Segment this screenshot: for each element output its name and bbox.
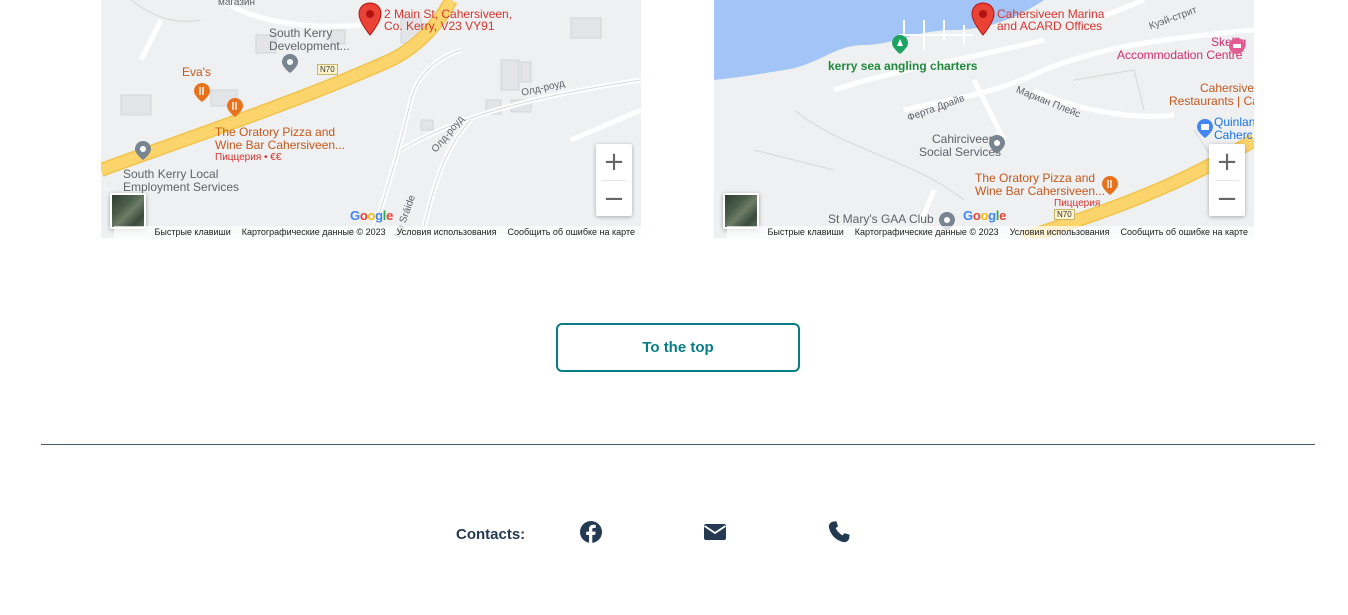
report-error-link[interactable]: Сообщить об ошибке на карте [508,226,635,238]
satellite-layer-toggle[interactable] [110,193,146,229]
map-data-text: Картографические данные © 2023 [241,227,386,237]
google-logo[interactable]: Google [350,208,393,223]
map-main-street[interactable]: магазин South Kerry Development... Eva's… [101,0,641,238]
contacts-label: Contacts: [456,526,526,543]
pin-label: Co. Kerry, V23 VY91 [384,19,495,33]
shop-marker-icon[interactable] [1195,118,1215,138]
map-attribution: Быстрые клавиши Картографические данные … [727,226,1254,238]
map-data-text: Картографические данные © 2023 [854,227,999,237]
map-label: Accommodation Centre [1117,48,1243,62]
zoom-in-button[interactable]: + [596,144,632,180]
satellite-layer-toggle[interactable] [723,193,759,229]
zoom-in-button[interactable]: + [1209,144,1245,180]
boat-marker-icon[interactable] [890,34,910,54]
google-logo[interactable]: Google [963,208,1006,223]
location-pin-icon[interactable] [358,2,382,36]
map-label: kerry sea angling charters [828,59,978,73]
map-label: St Mary's GAA Club [828,212,934,226]
phone-icon[interactable] [827,520,851,544]
restaurant-icon[interactable] [225,97,245,117]
to-the-top-button[interactable]: To the top [556,323,800,372]
zoom-out-button[interactable]: − [596,181,632,217]
terms-link[interactable]: Условия использования [1010,226,1110,238]
pin-label: and ACARD Offices [997,19,1103,33]
map-label: Development... [269,39,350,53]
road-sign: N70 [317,64,338,75]
facebook-icon[interactable] [579,520,603,544]
restaurant-icon[interactable] [1100,175,1120,195]
footer-divider [41,444,1315,445]
email-icon[interactable] [703,520,727,544]
zoom-out-button[interactable]: − [1209,181,1245,217]
map-marina[interactable]: kerry sea angling charters Куэй-стрит Sk… [714,0,1254,238]
map-label: Eva's [182,65,211,79]
road-sign: N70 [1054,209,1075,220]
zoom-controls: + − [596,144,632,216]
map-label: Restaurants | Came [1169,94,1254,108]
terms-link[interactable]: Условия использования [397,226,497,238]
keyboard-shortcuts-link[interactable]: Быстрые клавиши [154,226,230,238]
location-pin-icon[interactable] [971,2,995,36]
zoom-controls: + − [1209,144,1245,216]
poi-marker-icon[interactable] [280,53,300,73]
keyboard-shortcuts-link[interactable]: Быстрые клавиши [767,226,843,238]
report-error-link[interactable]: Сообщить об ошибке на карте [1121,226,1248,238]
map-label: Caherc [1214,128,1253,142]
map-label: Пиццерия • €€ [215,152,282,163]
restaurant-icon[interactable] [192,82,212,102]
map-label: магазин [218,0,256,8]
poi-marker-icon[interactable] [133,140,153,160]
hotel-icon[interactable] [1227,36,1247,56]
map-attribution: Быстрые клавиши Картографические данные … [114,226,641,238]
poi-marker-icon[interactable] [987,134,1007,154]
